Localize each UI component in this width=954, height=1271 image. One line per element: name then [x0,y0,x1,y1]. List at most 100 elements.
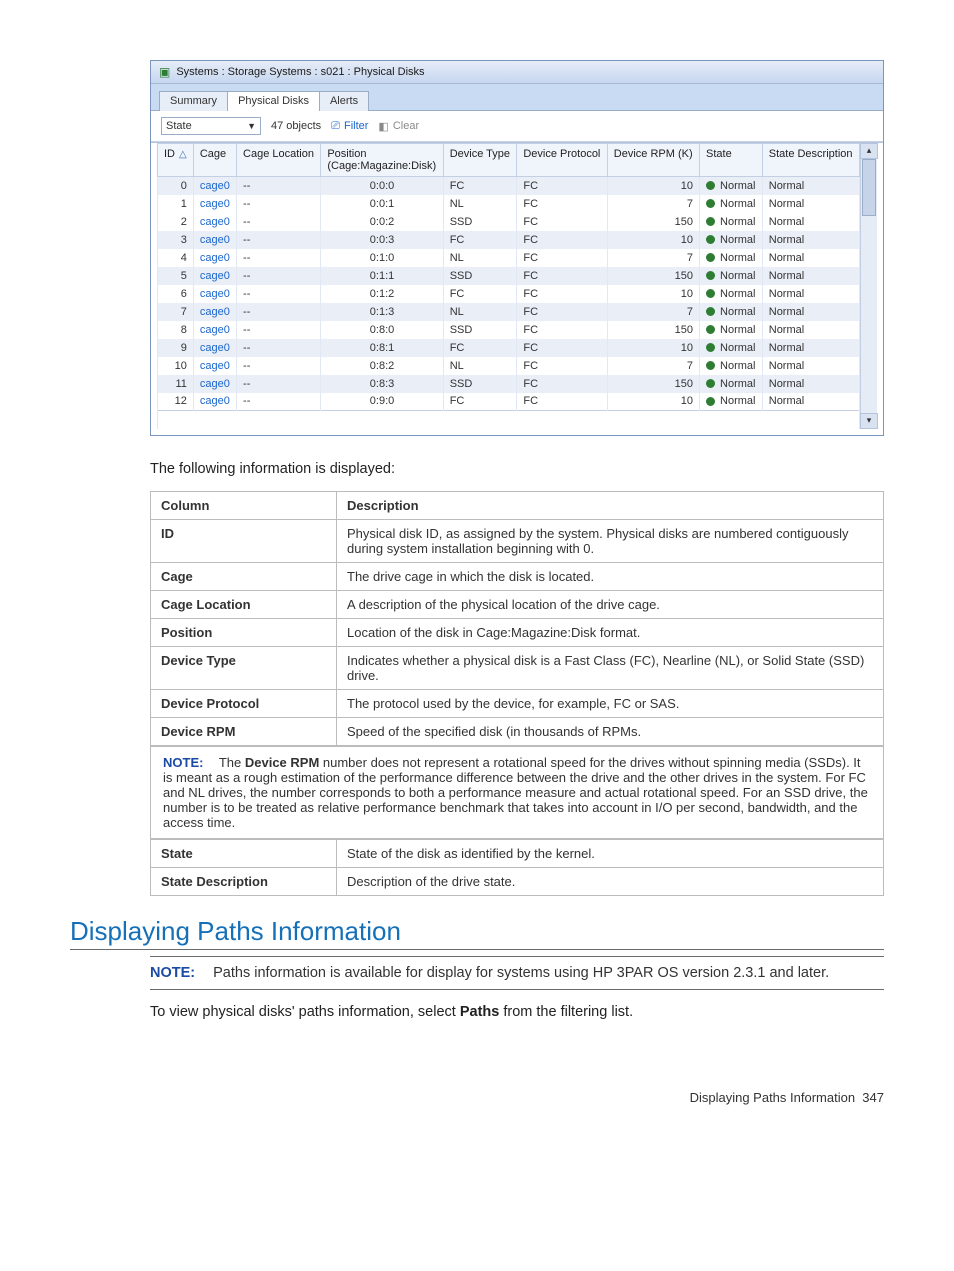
cell-id: 7 [158,303,194,321]
column-description-table: Column Description IDPhysical disk ID, a… [150,491,884,746]
cell-device-type: NL [443,195,517,213]
cell-rpm: 7 [607,195,699,213]
cell-state-desc: Normal [762,231,859,249]
status-dot-icon [706,271,715,280]
cell-device-type: SSD [443,267,517,285]
cell-id: 12 [158,393,194,411]
table-row[interactable]: 3cage0--0:0:3FCFC10NormalNormal [158,231,860,249]
tab-summary[interactable]: Summary [159,91,228,111]
desc-def: The protocol used by the device, for exa… [337,689,884,717]
filter-link[interactable]: ⎚ Filter [331,120,368,133]
cell-id: 2 [158,213,194,231]
desc-term: Cage Location [151,590,337,618]
table-row[interactable]: 6cage0--0:1:2FCFC10NormalNormal [158,285,860,303]
cell-device-type: NL [443,249,517,267]
state-dropdown[interactable]: State ▼ [161,117,261,135]
table-row[interactable]: 8cage0--0:8:0SSDFC150NormalNormal [158,321,860,339]
col-state-desc[interactable]: State Description [762,144,859,177]
table-row[interactable]: 10cage0--0:8:2NLFC7NormalNormal [158,357,860,375]
status-dot-icon [706,253,715,262]
col-device-protocol[interactable]: Device Protocol [517,144,607,177]
cell-cage[interactable]: cage0 [193,213,236,231]
scroll-up-icon[interactable]: ▴ [860,143,878,159]
table-row[interactable]: 0cage0--0:0:0FCFC10NormalNormal [158,177,860,195]
desc-row: Cage LocationA description of the physic… [151,590,884,618]
cell-device-type: FC [443,285,517,303]
cell-rpm: 10 [607,285,699,303]
cell-cage[interactable]: cage0 [193,267,236,285]
cell-cage[interactable]: cage0 [193,285,236,303]
table-row[interactable]: 2cage0--0:0:2SSDFC150NormalNormal [158,213,860,231]
scroll-down-icon[interactable]: ▾ [860,413,878,429]
scroll-thumb[interactable] [862,159,876,216]
cell-state: Normal [700,375,763,393]
cell-state: Normal [700,339,763,357]
cell-state-desc: Normal [762,213,859,231]
cell-cage[interactable]: cage0 [193,321,236,339]
cell-cage[interactable]: cage0 [193,177,236,195]
col-state[interactable]: State [700,144,763,177]
table-row[interactable]: 12cage0--0:9:0FCFC10NormalNormal [158,393,860,411]
desc-term: State Description [151,867,337,895]
desc-term: Position [151,618,337,646]
tab-alerts[interactable]: Alerts [319,91,369,111]
cell-device-protocol: FC [517,339,607,357]
table-scrollbar[interactable]: ▴ ▾ [860,143,877,429]
clear-link[interactable]: ◧ Clear [378,120,419,133]
cell-state: Normal [700,357,763,375]
window-titlebar: ▣ Systems : Storage Systems : s021 : Phy… [151,61,883,84]
cell-id: 11 [158,375,194,393]
table-row[interactable]: 11cage0--0:8:3SSDFC150NormalNormal [158,375,860,393]
col-device-rpm[interactable]: Device RPM (K) [607,144,699,177]
cell-device-type: FC [443,393,517,411]
cell-position: 0:8:3 [321,375,443,393]
desc-row: Device ProtocolThe protocol used by the … [151,689,884,717]
desc-def: State of the disk as identified by the k… [337,839,884,867]
col-position[interactable]: Position(Cage:Magazine:Disk) [321,144,443,177]
cell-state: Normal [700,231,763,249]
sort-asc-icon: △ [179,149,187,160]
cell-device-protocol: FC [517,267,607,285]
cell-device-protocol: FC [517,357,607,375]
tabstrip: Summary Physical Disks Alerts [151,84,883,111]
cell-device-type: FC [443,177,517,195]
cell-cage[interactable]: cage0 [193,231,236,249]
col-id[interactable]: ID△ [158,144,194,177]
col-device-type[interactable]: Device Type [443,144,517,177]
cell-cage[interactable]: cage0 [193,375,236,393]
cell-position: 0:0:0 [321,177,443,195]
cell-state: Normal [700,285,763,303]
cell-cage[interactable]: cage0 [193,195,236,213]
cell-cage[interactable]: cage0 [193,393,236,411]
cell-cage-location: -- [237,303,321,321]
cell-state-desc: Normal [762,249,859,267]
table-row[interactable]: 9cage0--0:8:1FCFC10NormalNormal [158,339,860,357]
scroll-track[interactable] [861,159,877,413]
desc-row: IDPhysical disk ID, as assigned by the s… [151,519,884,562]
cell-position: 0:0:1 [321,195,443,213]
status-dot-icon [706,181,715,190]
tab-physical-disks[interactable]: Physical Disks [227,91,320,111]
cell-rpm: 150 [607,267,699,285]
cell-state-desc: Normal [762,393,859,411]
physical-disks-table[interactable]: ID△ Cage Cage Location Position(Cage:Mag… [157,143,860,429]
table-row[interactable]: 5cage0--0:1:1SSDFC150NormalNormal [158,267,860,285]
desc-term: State [151,839,337,867]
cell-position: 0:1:0 [321,249,443,267]
col-cage-location[interactable]: Cage Location [237,144,321,177]
cell-id: 8 [158,321,194,339]
table-row[interactable]: 4cage0--0:1:0NLFC7NormalNormal [158,249,860,267]
cell-device-protocol: FC [517,213,607,231]
cell-cage-location: -- [237,285,321,303]
col-cage[interactable]: Cage [193,144,236,177]
cell-cage[interactable]: cage0 [193,303,236,321]
cell-cage[interactable]: cage0 [193,249,236,267]
cell-cage[interactable]: cage0 [193,339,236,357]
cell-cage[interactable]: cage0 [193,357,236,375]
table-row[interactable]: 7cage0--0:1:3NLFC7NormalNormal [158,303,860,321]
table-row[interactable]: 1cage0--0:0:1NLFC7NormalNormal [158,195,860,213]
status-dot-icon [706,235,715,244]
desc-def: Description of the drive state. [337,867,884,895]
status-dot-icon [706,343,715,352]
cell-id: 10 [158,357,194,375]
